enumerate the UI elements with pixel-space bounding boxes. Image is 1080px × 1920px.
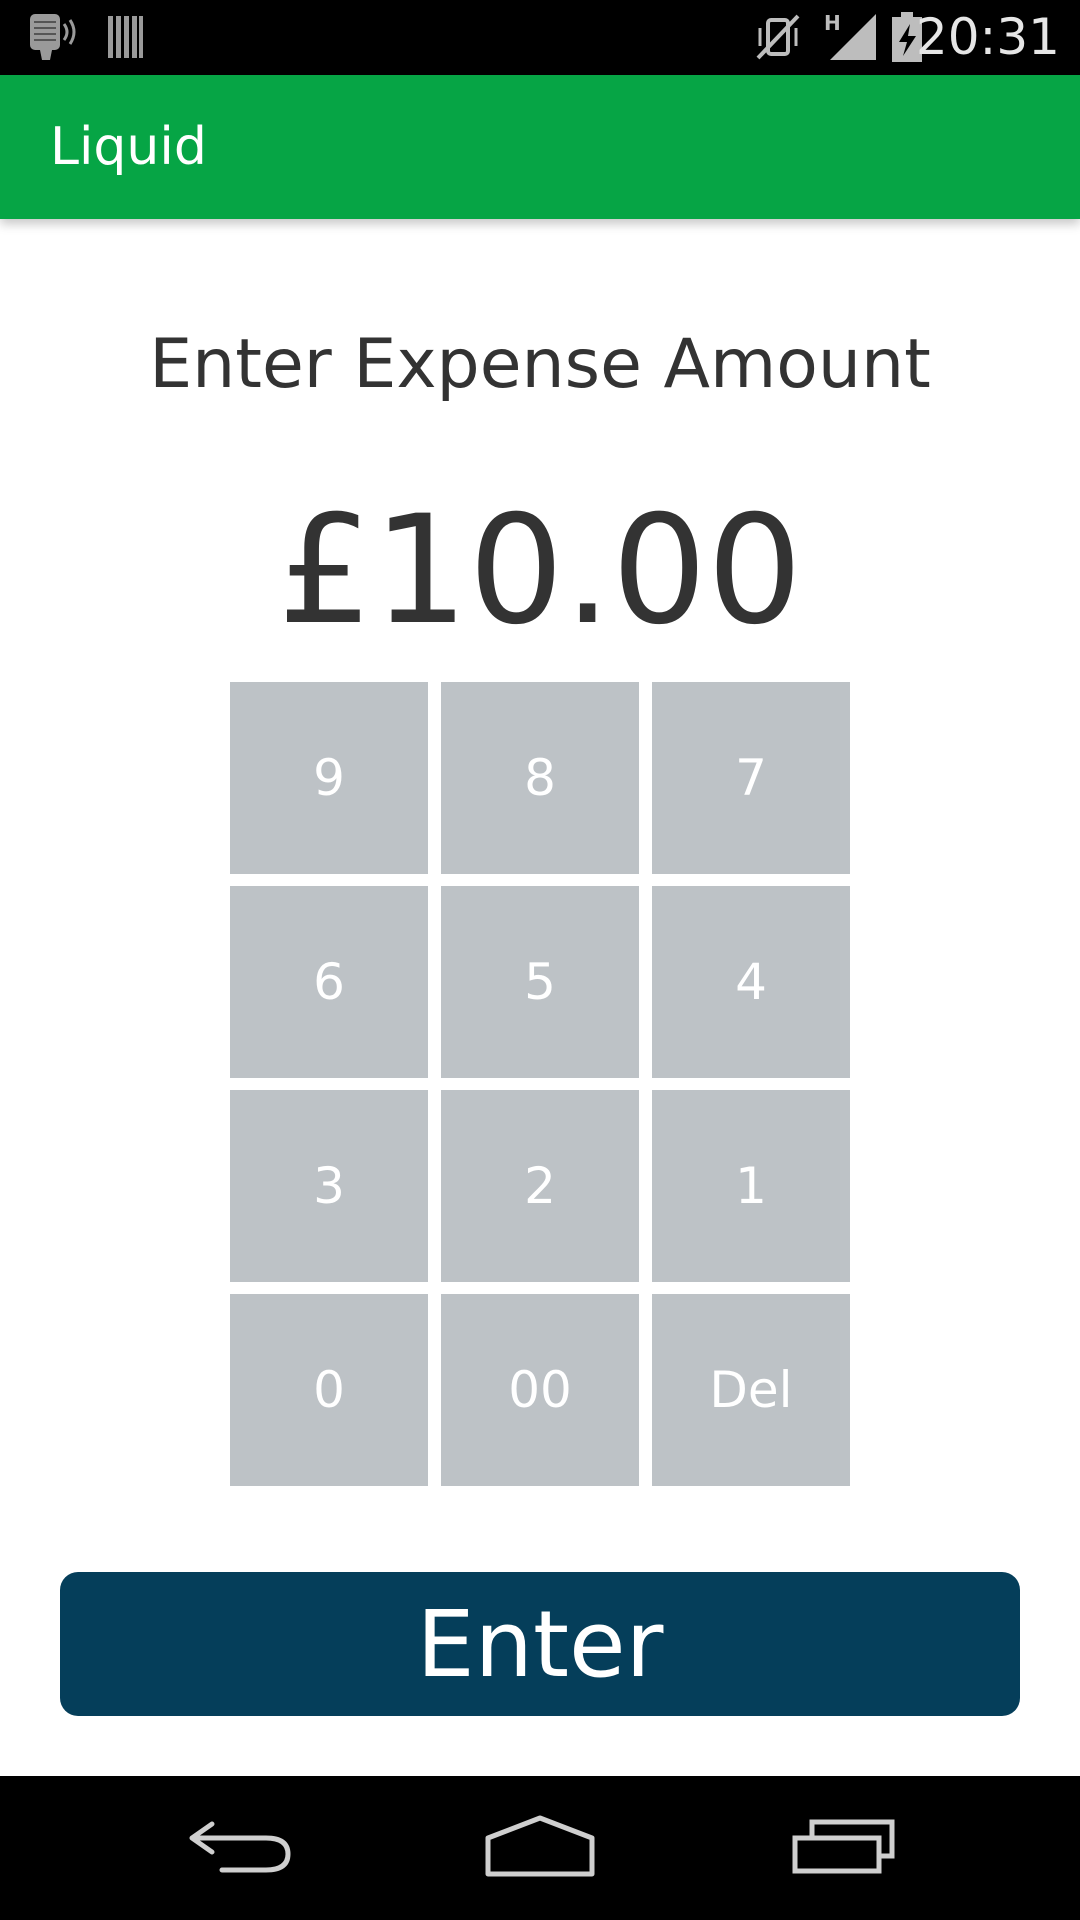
recent-apps-icon: [792, 1818, 896, 1878]
home-button[interactable]: [440, 1776, 640, 1920]
status-time: 20:31: [915, 8, 1060, 66]
voice-recorder-icon: [26, 10, 82, 64]
key-4[interactable]: 4: [652, 886, 850, 1078]
delete-key[interactable]: Del: [652, 1294, 850, 1486]
back-icon: [188, 1816, 292, 1880]
nav-bar: [0, 1776, 1080, 1920]
key-1[interactable]: 1: [652, 1090, 850, 1282]
key-9[interactable]: 9: [230, 682, 428, 874]
key-2[interactable]: 2: [441, 1090, 639, 1282]
app-bar: Liquid: [0, 75, 1080, 219]
key-0[interactable]: 0: [230, 1294, 428, 1486]
keypad: 9 8 7 6 5 4 3 2 1 0 00 Del: [230, 682, 850, 1488]
signal-icon: H: [822, 10, 878, 64]
home-icon: [484, 1814, 596, 1882]
amount-display: £10.00: [277, 484, 803, 658]
back-button[interactable]: [140, 1776, 340, 1920]
network-type-label: H: [824, 11, 841, 35]
key-7[interactable]: 7: [652, 682, 850, 874]
recent-apps-button[interactable]: [744, 1776, 944, 1920]
enter-button[interactable]: Enter: [60, 1572, 1020, 1716]
key-8[interactable]: 8: [441, 682, 639, 874]
page-title: Enter Expense Amount: [149, 325, 931, 404]
app-title: Liquid: [50, 117, 207, 177]
barcode-icon: [106, 10, 146, 64]
status-bar: H 20:31: [0, 0, 1080, 75]
key-3[interactable]: 3: [230, 1090, 428, 1282]
key-5[interactable]: 5: [441, 886, 639, 1078]
vibrate-mute-icon: [754, 10, 802, 64]
key-double-zero[interactable]: 00: [441, 1294, 639, 1486]
key-6[interactable]: 6: [230, 886, 428, 1078]
